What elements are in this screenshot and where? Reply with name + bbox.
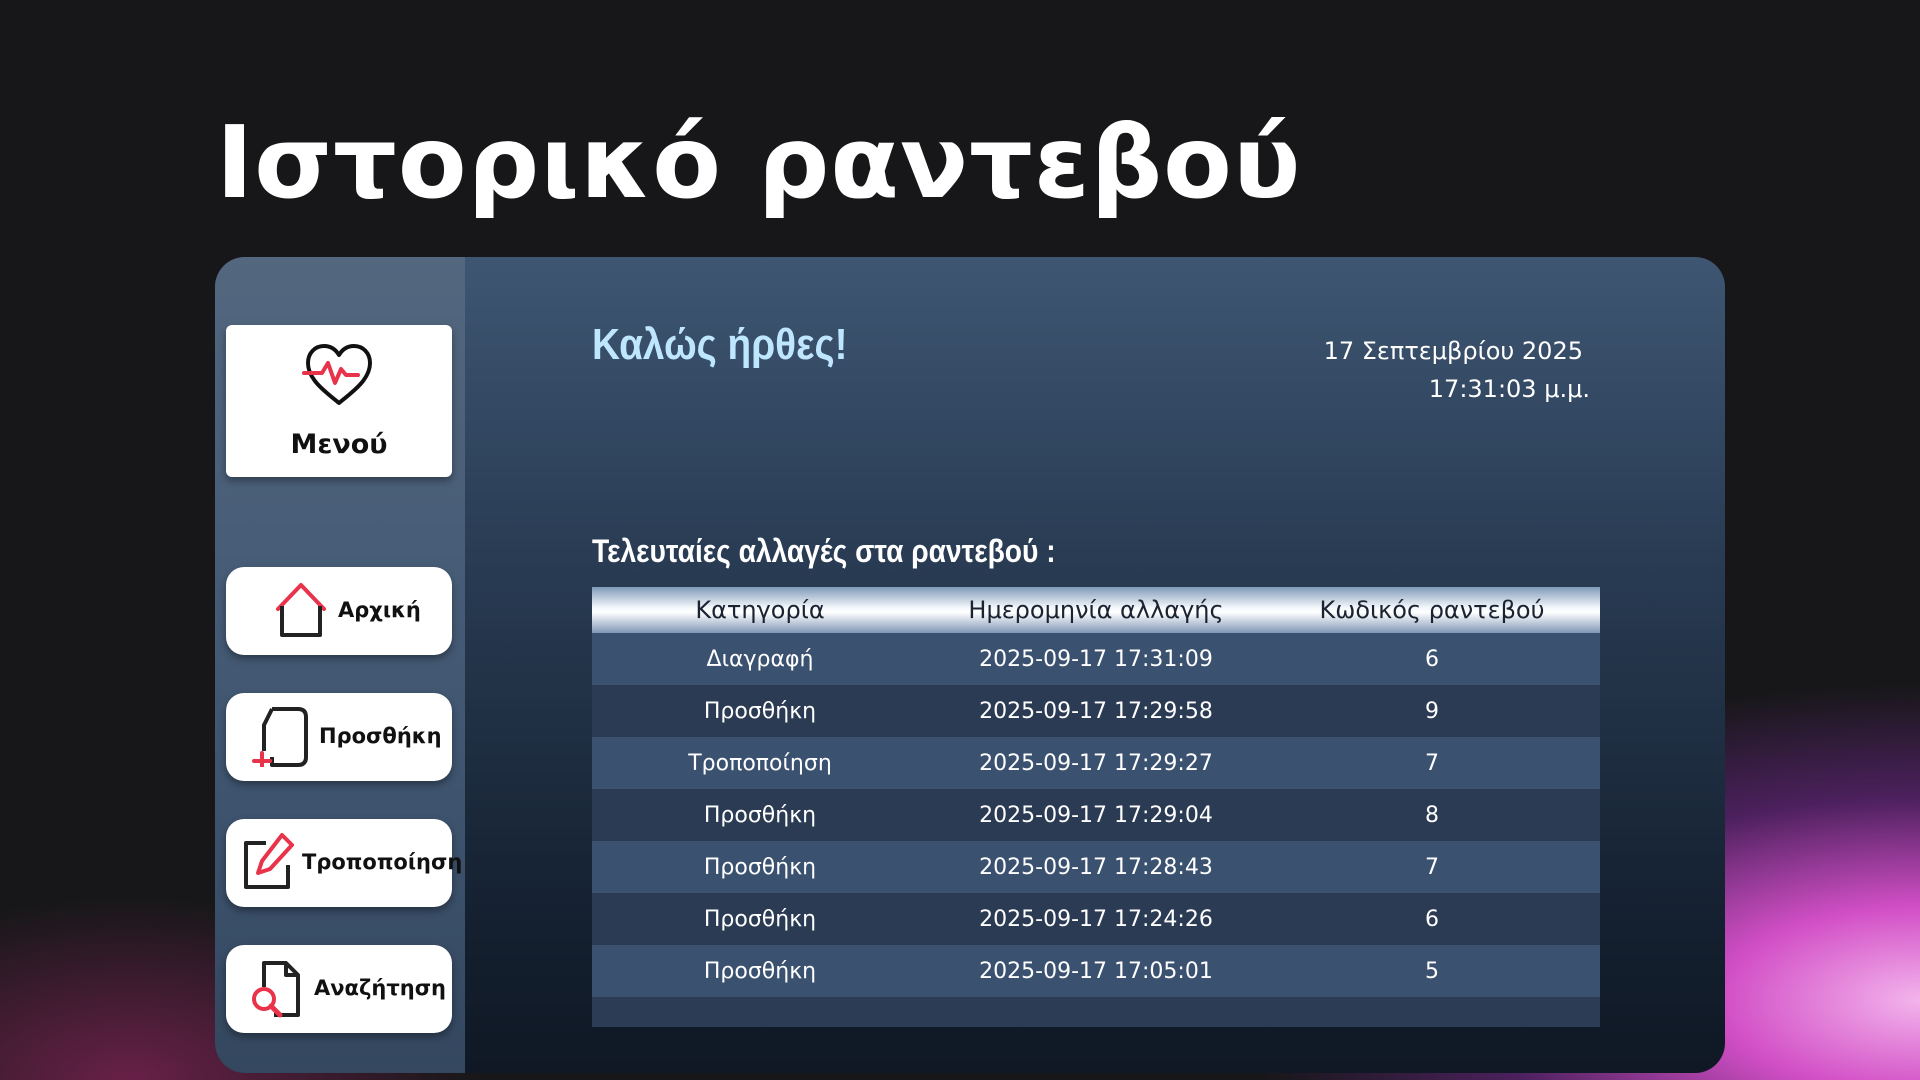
nav-button-search[interactable]: Αναζήτηση [226, 945, 452, 1033]
column-header-appointment-code: Κωδικός ραντεβού [1264, 587, 1600, 633]
cell-category: Προσθήκη [592, 945, 928, 997]
menu-label: Μενού [290, 429, 388, 460]
table-header-row: Κατηγορία Ημερομηνία αλλαγής Κωδικός ραν… [592, 587, 1600, 633]
cell-category: Προσθήκη [592, 789, 928, 841]
cell-category: Τροποποίηση [592, 737, 928, 789]
cell-change-date: 2025-09-17 17:29:27 [928, 737, 1264, 789]
nav-label-home: Αρχική [338, 598, 421, 622]
nav-button-edit[interactable]: Τροποποίηση [226, 819, 462, 907]
cell-appointment-code: 8 [1264, 789, 1600, 841]
cell-appointment-code: 6 [1264, 893, 1600, 945]
home-icon [276, 583, 326, 637]
cell-category: Προσθήκη [592, 841, 928, 893]
table-row: Προσθήκη 2025-09-17 17:29:04 8 [592, 789, 1600, 841]
cell-change-date: 2025-09-17 17:31:09 [928, 633, 1264, 685]
heart-pulse-icon [302, 344, 372, 405]
app-window: Μενού Αρχική Προσθήκη Τροποποίηση Αναζήτ… [215, 257, 1725, 1073]
cell-appointment-code: 7 [1264, 841, 1600, 893]
recent-changes-table: Κατηγορία Ημερομηνία αλλαγής Κωδικός ραν… [592, 587, 1600, 1027]
cell-category: Προσθήκη [592, 685, 928, 737]
edit-icon [244, 833, 294, 889]
search-document-icon [252, 961, 300, 1018]
nav-button-add[interactable]: Προσθήκη [226, 693, 452, 781]
current-date: 17 Σεπτεμβρίου 2025 [1323, 337, 1583, 365]
table-row: Διαγραφή 2025-09-17 17:31:09 6 [592, 633, 1600, 685]
nav-label-edit: Τροποποίηση [302, 850, 463, 874]
page-title: Ιστορικό ραντεβού [216, 104, 1302, 221]
table-row: Προσθήκη 2025-09-17 17:29:58 9 [592, 685, 1600, 737]
welcome-heading: Καλώς ήρθες! [592, 320, 848, 369]
column-header-category: Κατηγορία [592, 587, 928, 633]
cell-appointment-code: 6 [1264, 633, 1600, 685]
cell-category: Διαγραφή [592, 633, 928, 685]
recent-changes-heading: Τελευταίες αλλαγές στα ραντεβού : [592, 533, 1056, 569]
menu-card: Μενού [226, 325, 452, 477]
table-row: Προσθήκη 2025-09-17 17:24:26 6 [592, 893, 1600, 945]
nav-label-search: Αναζήτηση [314, 976, 446, 1000]
cell-change-date: 2025-09-17 17:24:26 [928, 893, 1264, 945]
cell-change-date: 2025-09-17 17:29:58 [928, 685, 1264, 737]
cell-change-date: 2025-09-17 17:28:43 [928, 841, 1264, 893]
cell-appointment-code: 9 [1264, 685, 1600, 737]
table-row: Προσθήκη 2025-09-17 17:05:01 5 [592, 945, 1600, 997]
cell-appointment-code: 5 [1264, 945, 1600, 997]
nav-label-add: Προσθήκη [319, 724, 442, 748]
table-row: Τροποποίηση 2025-09-17 17:29:27 7 [592, 737, 1600, 789]
current-time: 17:31:03 μ.μ. [1428, 375, 1590, 403]
cell-category: Προσθήκη [592, 893, 928, 945]
cell-appointment-code: 7 [1264, 737, 1600, 789]
sidebar: Μενού Αρχική Προσθήκη Τροποποίηση Αναζήτ… [215, 257, 465, 1073]
table-row: Προσθήκη 2025-09-17 17:28:43 7 [592, 841, 1600, 893]
cell-change-date: 2025-09-17 17:05:01 [928, 945, 1264, 997]
nav-button-home[interactable]: Αρχική [226, 567, 452, 655]
add-document-icon [252, 707, 308, 767]
cell-change-date: 2025-09-17 17:29:04 [928, 789, 1264, 841]
column-header-change-date: Ημερομηνία αλλαγής [928, 587, 1264, 633]
